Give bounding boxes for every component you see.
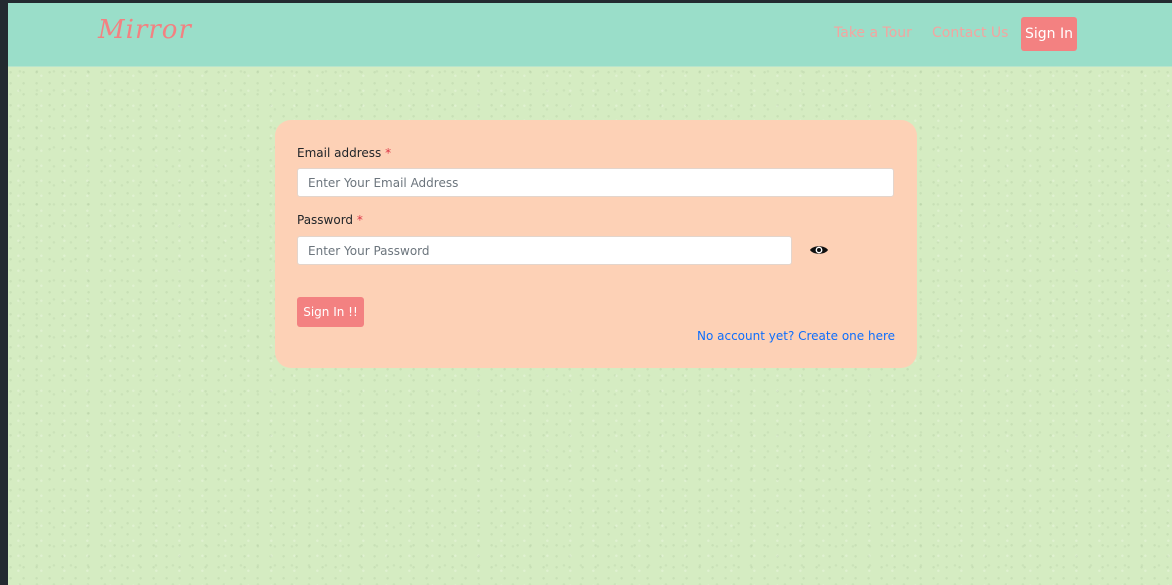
brand-logo[interactable]: Mirror [98, 15, 192, 45]
app-window: Mirror Take a Tour Contact Us Sign In Em… [8, 3, 1172, 585]
nav-link-contact-us[interactable]: Contact Us [932, 25, 1008, 41]
email-label: Email address * [297, 146, 391, 160]
password-label-text: Password [297, 213, 354, 227]
signin-card: Email address * Password * Sign In !! No… [275, 120, 917, 368]
password-label: Password * [297, 213, 363, 227]
navbar: Mirror Take a Tour Contact Us Sign In [8, 3, 1172, 67]
email-input[interactable] [297, 168, 894, 197]
password-input[interactable] [297, 236, 792, 265]
nav-link-take-a-tour[interactable]: Take a Tour [834, 25, 912, 41]
email-label-text: Email address [297, 146, 382, 160]
email-required-mark: * [385, 146, 392, 160]
create-account-link[interactable]: No account yet? Create one here [697, 329, 895, 343]
signin-submit-button[interactable]: Sign In !! [297, 297, 364, 327]
nav-signin-button[interactable]: Sign In [1021, 17, 1077, 51]
password-required-mark: * [356, 213, 363, 227]
eye-icon[interactable] [809, 242, 829, 258]
